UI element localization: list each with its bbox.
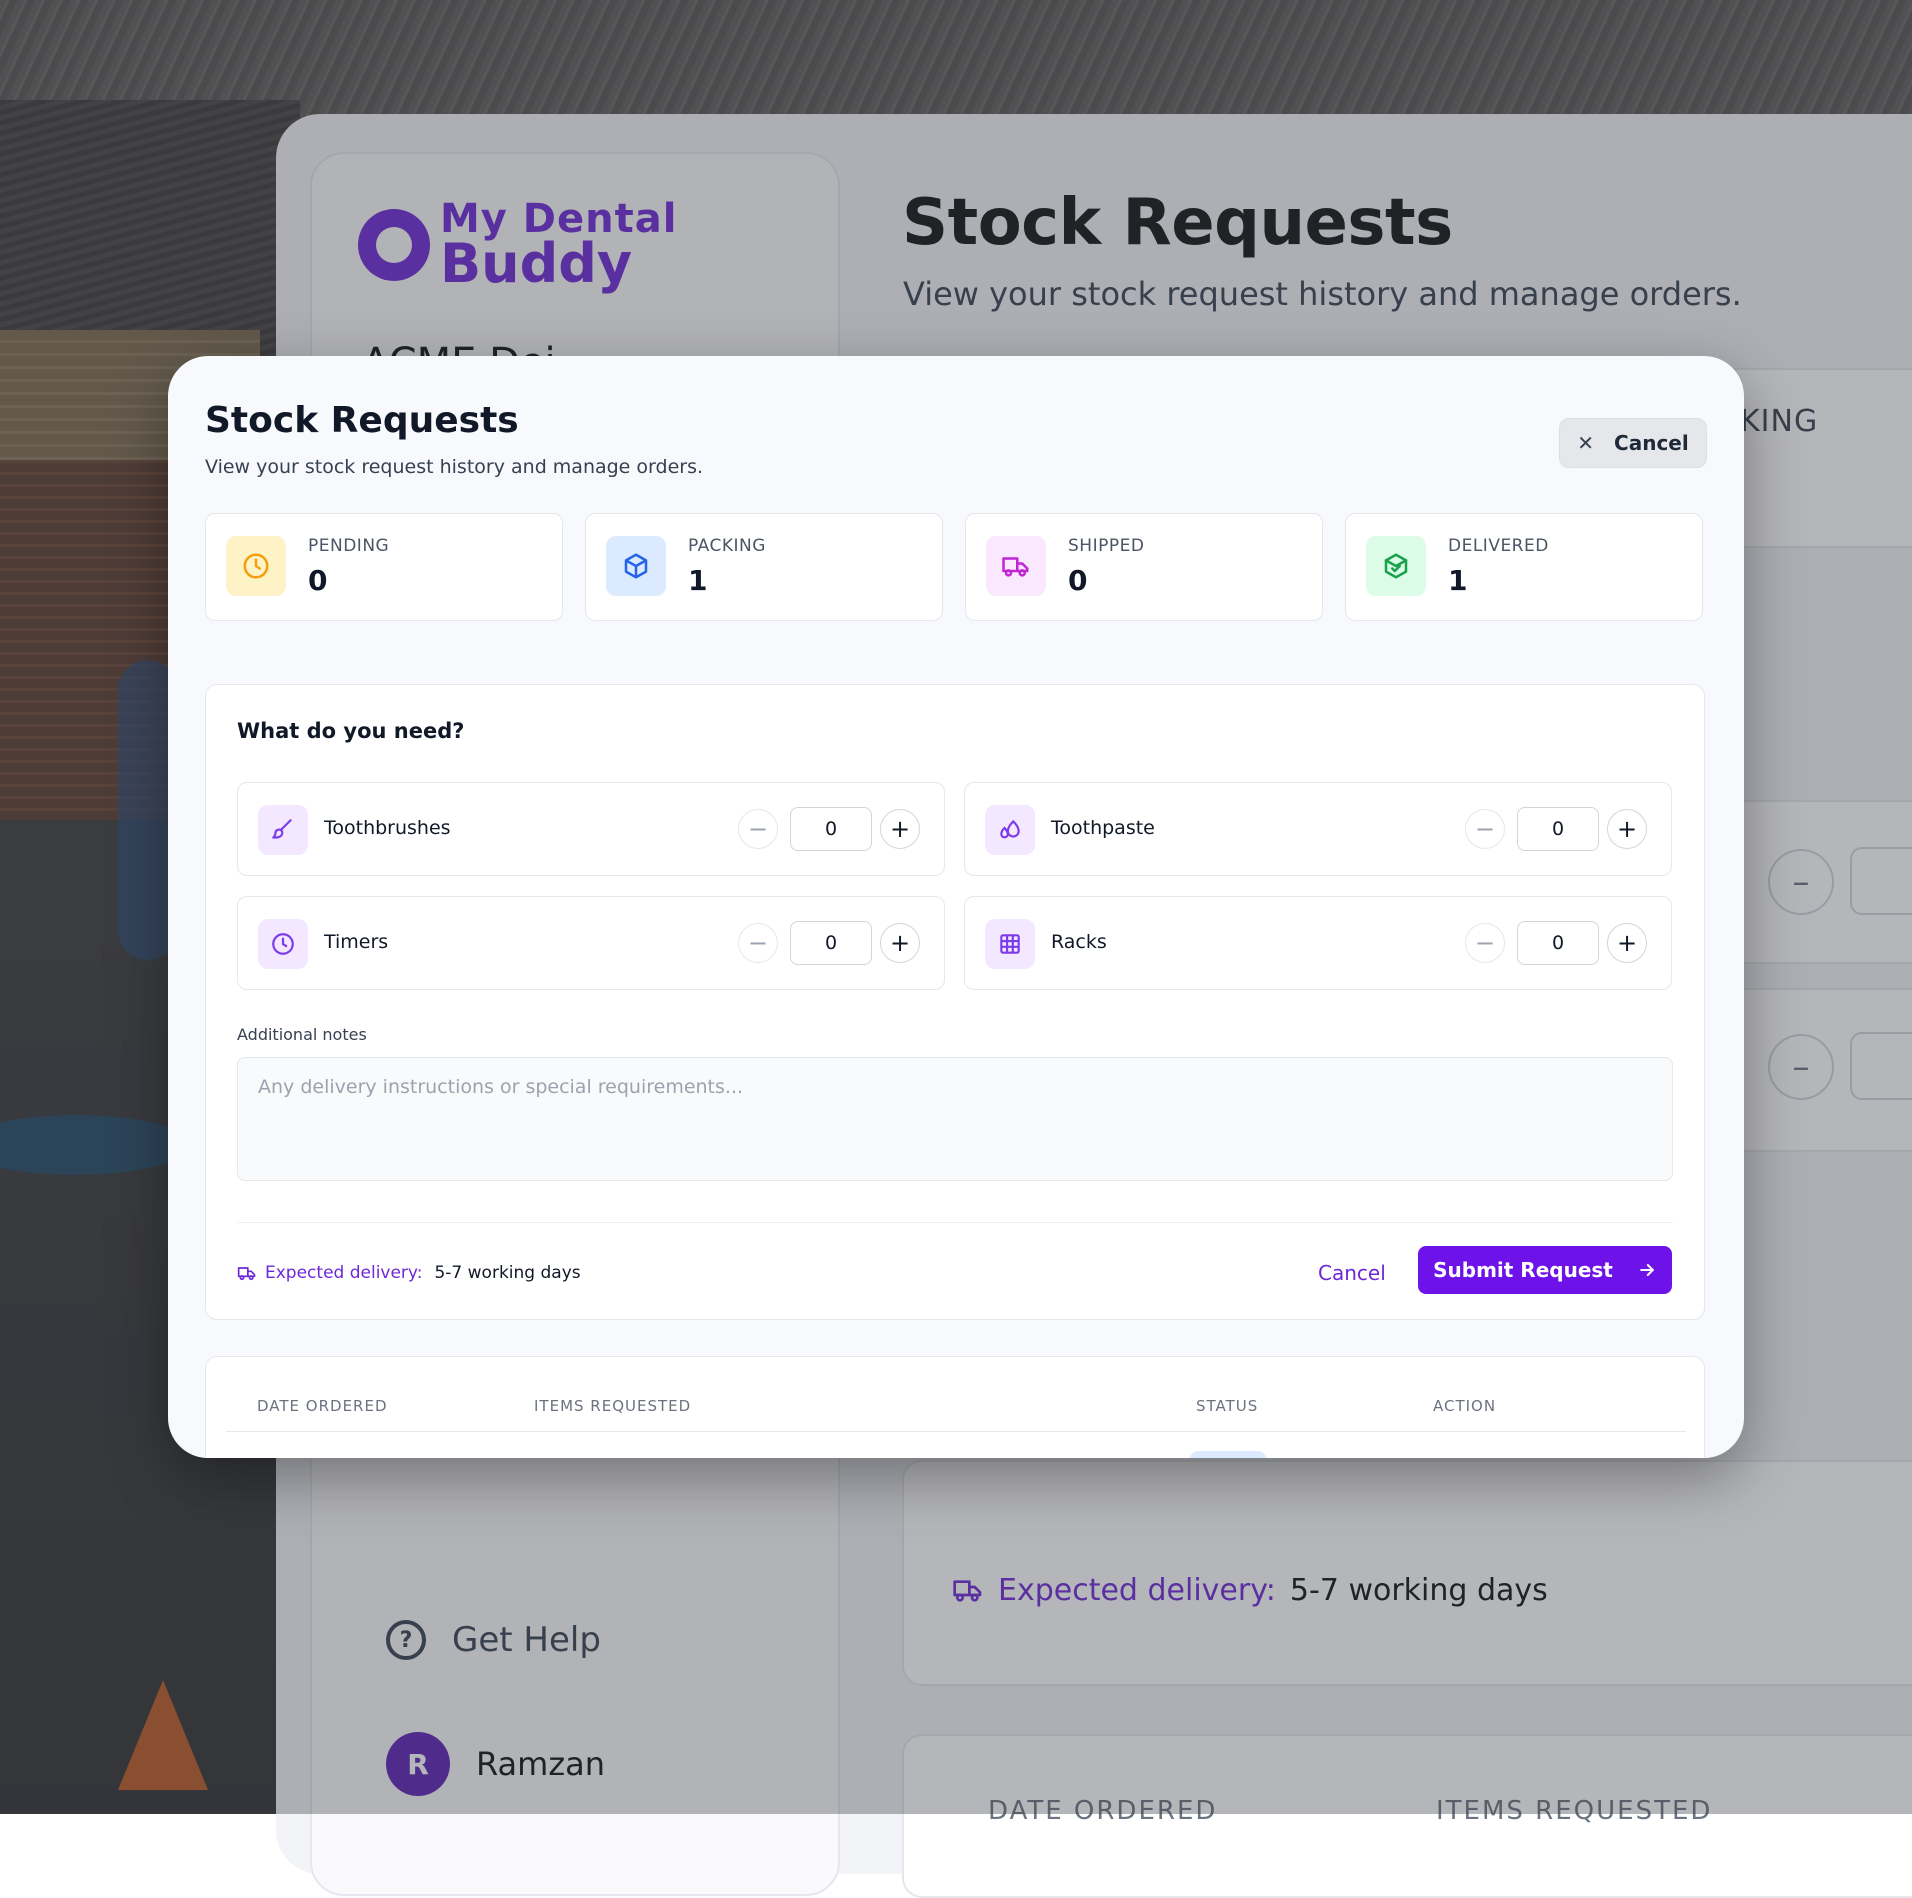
item-icon-wrap	[258, 919, 308, 969]
form-heading: What do you need?	[237, 719, 465, 743]
cancel-button-label: Cancel	[1614, 431, 1689, 455]
submit-label: Submit Request	[1433, 1258, 1613, 1282]
item-icon-wrap	[258, 805, 308, 855]
cancel-link[interactable]: Cancel	[1318, 1261, 1386, 1285]
truck-icon	[1002, 557, 1029, 577]
box-icon	[624, 553, 648, 579]
stat-icon-wrap	[1366, 536, 1426, 596]
stat-value: 1	[688, 564, 708, 597]
expected-delivery: Expected delivery: 5-7 working days	[237, 1263, 581, 1283]
droplets-icon	[1000, 820, 1020, 839]
clock-icon	[272, 933, 294, 955]
item-name: Toothpaste	[1051, 817, 1155, 839]
stat-icon-wrap	[226, 536, 286, 596]
status-badge	[1189, 1451, 1267, 1458]
stat-card-packing: PACKING 1	[585, 513, 943, 621]
th-date-ordered: DATE ORDERED	[257, 1397, 388, 1415]
grid-icon	[1000, 934, 1020, 954]
stat-label: SHIPPED	[1068, 536, 1145, 556]
item-icon-wrap	[985, 919, 1035, 969]
decrement-button[interactable]: −	[1465, 923, 1505, 963]
truck-icon	[237, 1267, 256, 1281]
item-row-toothpaste: Toothpaste − 0 +	[964, 782, 1672, 876]
item-name: Toothbrushes	[324, 817, 451, 839]
increment-button[interactable]: +	[1607, 809, 1647, 849]
clock-icon	[243, 553, 269, 579]
stat-label: DELIVERED	[1448, 536, 1549, 556]
package-check-icon	[1384, 553, 1408, 579]
arrow-right-icon	[1640, 1264, 1654, 1276]
request-form: What do you need? Toothbrushes − 0 + Too…	[205, 684, 1705, 1320]
stat-card-delivered: DELIVERED 1	[1345, 513, 1703, 621]
delivery-value: 5-7 working days	[434, 1263, 581, 1283]
item-row-racks: Racks − 0 +	[964, 896, 1672, 990]
quantity-input[interactable]: 0	[1517, 921, 1599, 965]
table-header-divider	[226, 1431, 1686, 1432]
increment-button[interactable]: +	[880, 923, 920, 963]
stat-card-shipped: SHIPPED 0	[965, 513, 1323, 621]
modal-subtitle: View your stock request history and mana…	[205, 456, 704, 478]
close-icon: ✕	[1577, 431, 1595, 455]
history-table: DATE ORDERED ITEMS REQUESTED STATUS ACTI…	[205, 1356, 1705, 1458]
stat-value: 0	[1068, 564, 1088, 597]
th-action: ACTION	[1433, 1397, 1497, 1415]
item-name: Timers	[324, 931, 389, 953]
divider	[237, 1222, 1673, 1223]
submit-request-button[interactable]: Submit Request	[1418, 1246, 1672, 1294]
stat-card-pending: PENDING 0	[205, 513, 563, 621]
decrement-button[interactable]: −	[1465, 809, 1505, 849]
delivery-label: Expected delivery:	[265, 1263, 423, 1283]
notes-label: Additional notes	[237, 1025, 367, 1044]
stat-icon-wrap	[606, 536, 666, 596]
stat-label: PENDING	[308, 536, 390, 556]
increment-button[interactable]: +	[880, 809, 920, 849]
stat-value: 0	[308, 564, 328, 597]
stock-requests-modal: Stock Requests View your stock request h…	[168, 356, 1744, 1458]
decrement-button[interactable]: −	[738, 923, 778, 963]
stat-value: 1	[1448, 564, 1468, 597]
th-status: STATUS	[1196, 1397, 1259, 1415]
increment-button[interactable]: +	[1607, 923, 1647, 963]
brush-icon	[272, 819, 292, 839]
quantity-input[interactable]: 0	[790, 921, 872, 965]
notes-textarea[interactable]: Any delivery instructions or special req…	[237, 1057, 1673, 1181]
item-name: Racks	[1051, 931, 1107, 953]
cancel-button[interactable]: ✕ Cancel	[1559, 418, 1707, 468]
stat-label: PACKING	[688, 536, 766, 556]
th-items-requested: ITEMS REQUESTED	[534, 1397, 692, 1415]
item-row-toothbrushes: Toothbrushes − 0 +	[237, 782, 945, 876]
quantity-input[interactable]: 0	[790, 807, 872, 851]
item-row-timers: Timers − 0 +	[237, 896, 945, 990]
item-icon-wrap	[985, 805, 1035, 855]
quantity-input[interactable]: 0	[1517, 807, 1599, 851]
stat-icon-wrap	[986, 536, 1046, 596]
modal-title: Stock Requests	[205, 400, 519, 441]
decrement-button[interactable]: −	[738, 809, 778, 849]
